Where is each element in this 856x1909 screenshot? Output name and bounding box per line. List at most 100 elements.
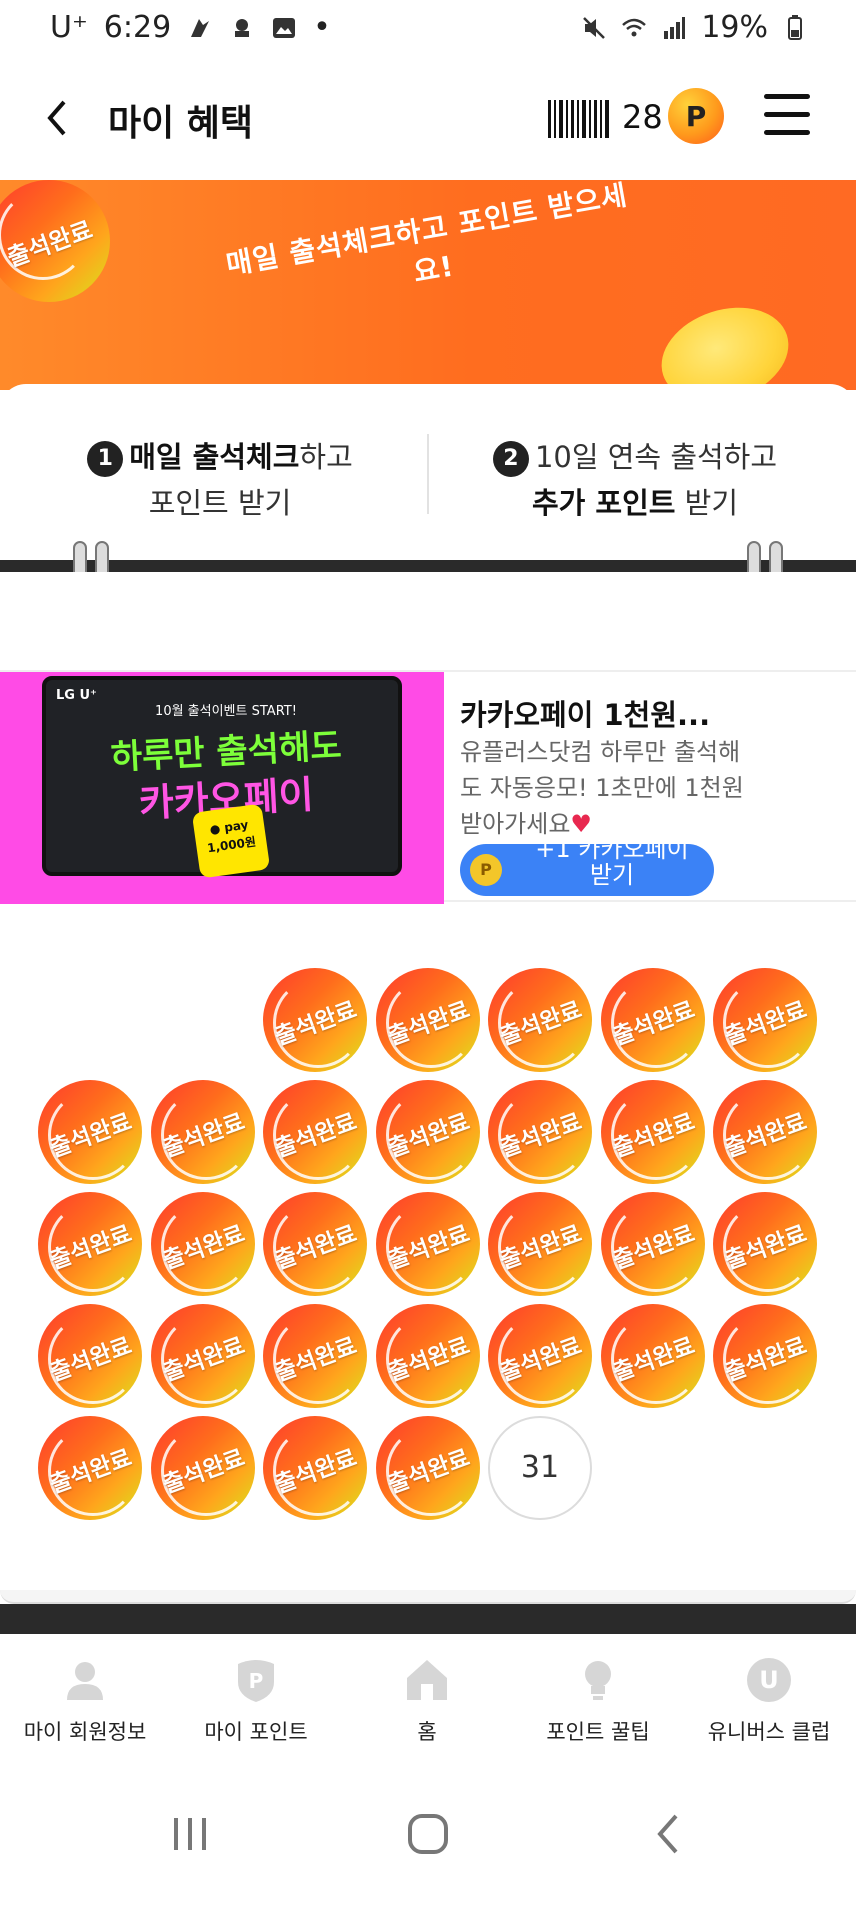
nav-item-member-info[interactable]: 마이 회원정보	[0, 1656, 170, 1746]
status-bar: U⁺ 6:29 • 19%	[0, 0, 856, 56]
step-2: 2 10일 연속 출석하고 추가 포인트 받기	[480, 434, 790, 526]
binder-band	[0, 560, 856, 572]
stamp-label: 출석완료	[46, 1333, 136, 1387]
signal-icon	[664, 16, 686, 39]
attendance-stamp-icon: 출석완료	[38, 1304, 142, 1408]
attendance-stamp-icon: 출석완료	[713, 968, 817, 1072]
point-coin-icon: P	[470, 854, 502, 886]
stamp-label: 출석완료	[721, 997, 811, 1051]
back-button[interactable]	[36, 90, 76, 146]
attendance-stamp-icon: 출석완료	[150, 1416, 255, 1520]
attendance-stamp-icon: 출석완료	[375, 1416, 480, 1520]
attendance-stamp-icon: 출석완료	[713, 1080, 817, 1184]
universe-u-icon: U	[747, 1658, 791, 1702]
stamp-label: 출석완료	[609, 1221, 698, 1275]
nav-label: 포인트 꿀팁	[546, 1720, 650, 1744]
step-text: 10일 연속 출석하고	[534, 440, 778, 474]
attendance-stamp-icon: 출석완료	[263, 1192, 367, 1296]
attendance-stamp-icon: 출석완료	[713, 1304, 817, 1408]
barcode-icon[interactable]	[548, 100, 610, 138]
attendance-banner: 매일 출석체크하고 포인트 받으세요! 출석완료	[0, 180, 856, 390]
stamp-label: 출석완료	[721, 1221, 811, 1275]
notification-icon	[191, 18, 210, 37]
stamp-label: 출석완료	[609, 1333, 698, 1387]
stamp-label: 출석완료	[384, 1109, 473, 1163]
stamp-label: 출석완료	[721, 1333, 811, 1387]
attendance-stamp-icon: 출석완료	[488, 1304, 592, 1408]
promo-event: 10월 출석이벤트 START!	[155, 704, 297, 719]
screen: U⁺ 6:29 • 19% 마이 혜택 28 P 매일 출석체크하고 포인트 받…	[0, 0, 856, 1909]
stamp-label: 출석완료	[159, 1109, 248, 1163]
stamp-label: 출석완료	[159, 1445, 248, 1499]
person-icon	[67, 1662, 103, 1700]
menu-button[interactable]	[764, 94, 812, 138]
nav-item-point-tips[interactable]: 포인트 꿀팁	[513, 1656, 683, 1746]
attendance-stamp-icon: 출석완료	[150, 1304, 255, 1408]
nav-item-universe-club[interactable]: U 유니버스 클럽	[684, 1656, 854, 1746]
bottom-navigation: 마이 회원정보 P 마이 포인트 홈 포인트 꿀팁 U 유니버스 클럽	[0, 1636, 856, 1756]
promo-base	[0, 884, 444, 904]
stamp-label: 출석완료	[384, 1221, 473, 1275]
page-title: 마이 혜택	[108, 103, 254, 144]
carrier-label: U⁺	[50, 10, 88, 45]
recent-apps-icon[interactable]	[160, 1804, 220, 1864]
attendance-stamp-icon: 출석완료	[263, 1416, 367, 1520]
step-highlight: 매일 출석체크	[129, 440, 300, 474]
pay-label: ● pay	[208, 817, 250, 837]
attendance-stamp-icon: 출석완료	[375, 1192, 480, 1296]
step-text: 받기	[675, 486, 739, 520]
promo-button-label: +1 카카오페이받기	[535, 844, 689, 889]
attendance-coin-icon: 출석완료	[0, 180, 110, 302]
attendance-stamp-icon: 출석완료	[38, 1416, 142, 1520]
steps-card: 1 매일 출석체크하고 포인트 받기 2 10일 연속 출석하고 추가 포인트 받기	[0, 384, 856, 564]
chevron-left-icon	[47, 100, 66, 136]
attendance-stamp-icon: 출석완료	[488, 1192, 592, 1296]
step-text: 하고	[299, 440, 353, 474]
attendance-stamp-icon: 출석완료	[150, 1192, 255, 1296]
promo-desc-text: 유플러스닷컴 하루만 출석해도 자동응모! 1초만에 1천원 받아가세요	[460, 738, 744, 838]
nav-item-my-point[interactable]: P 마이 포인트	[171, 1656, 341, 1746]
back-icon[interactable]	[640, 1804, 700, 1864]
svg-text:U: U	[759, 1666, 779, 1694]
app-header: 마이 혜택 28 P	[0, 60, 856, 180]
stamp-label: 출석완료	[496, 1221, 586, 1275]
point-count[interactable]: 28	[622, 98, 663, 136]
promo-image: LG U⁺ 10월 출석이벤트 START! 하루만 출석해도 카카오페이 ● …	[0, 672, 444, 904]
promo-title: 카카오페이 1천원...	[460, 698, 711, 732]
nav-label: 마이 포인트	[204, 1720, 308, 1744]
attendance-stamp-icon: 출석완료	[600, 1080, 705, 1184]
attendance-stamp-icon: 출석완료	[600, 1304, 705, 1408]
attendance-stamp-icon: 출석완료	[713, 1192, 817, 1296]
pay-amount: 1,000원	[206, 834, 257, 856]
home-icon	[407, 1660, 447, 1700]
stamp-label: 출석완료	[159, 1221, 248, 1275]
step-number: 2	[492, 441, 529, 477]
stamp-label: 출석완료	[46, 1109, 136, 1163]
point-p-icon[interactable]: P	[668, 88, 724, 144]
calendar-day-today[interactable]: 31	[488, 1416, 592, 1520]
point-shield-icon: P	[238, 1660, 274, 1702]
step-text: 포인트 받기	[148, 486, 292, 520]
promo-enter-button[interactable]: P +1 카카오페이받기	[460, 844, 714, 896]
stamp-label: 출석완료	[46, 1445, 136, 1499]
attendance-stamp-icon: 출석완료	[488, 1080, 592, 1184]
mute-icon	[583, 16, 606, 39]
stamp-label: 출석완료	[271, 1109, 361, 1163]
notification-icon	[235, 18, 250, 37]
nav-item-home[interactable]: 홈	[342, 1656, 512, 1746]
stamp-label: 출석완료	[271, 1445, 361, 1499]
home-circle-icon[interactable]	[398, 1804, 458, 1864]
stamp-label: 출석완료	[496, 1333, 586, 1387]
heart-icon: ♥	[570, 810, 592, 838]
stamp-label: 출석완료	[384, 997, 473, 1051]
stamp-label: 출석완료	[496, 1109, 586, 1163]
more-notifications-dot: •	[313, 10, 331, 45]
stamp-label: 출석완료	[609, 1109, 698, 1163]
nav-label: 마이 회원정보	[23, 1720, 147, 1744]
step-1: 1 매일 출석체크하고 포인트 받기	[70, 434, 370, 526]
promo-card[interactable]: LG U⁺ 10월 출석이벤트 START! 하루만 출석해도 카카오페이 ● …	[0, 670, 856, 904]
stamp-label: 출석완료	[271, 997, 361, 1051]
attendance-stamp-icon: 출석완료	[488, 968, 592, 1072]
stamp-label: 출석완료	[271, 1333, 361, 1387]
stamp-label: 출석완료	[159, 1333, 248, 1387]
